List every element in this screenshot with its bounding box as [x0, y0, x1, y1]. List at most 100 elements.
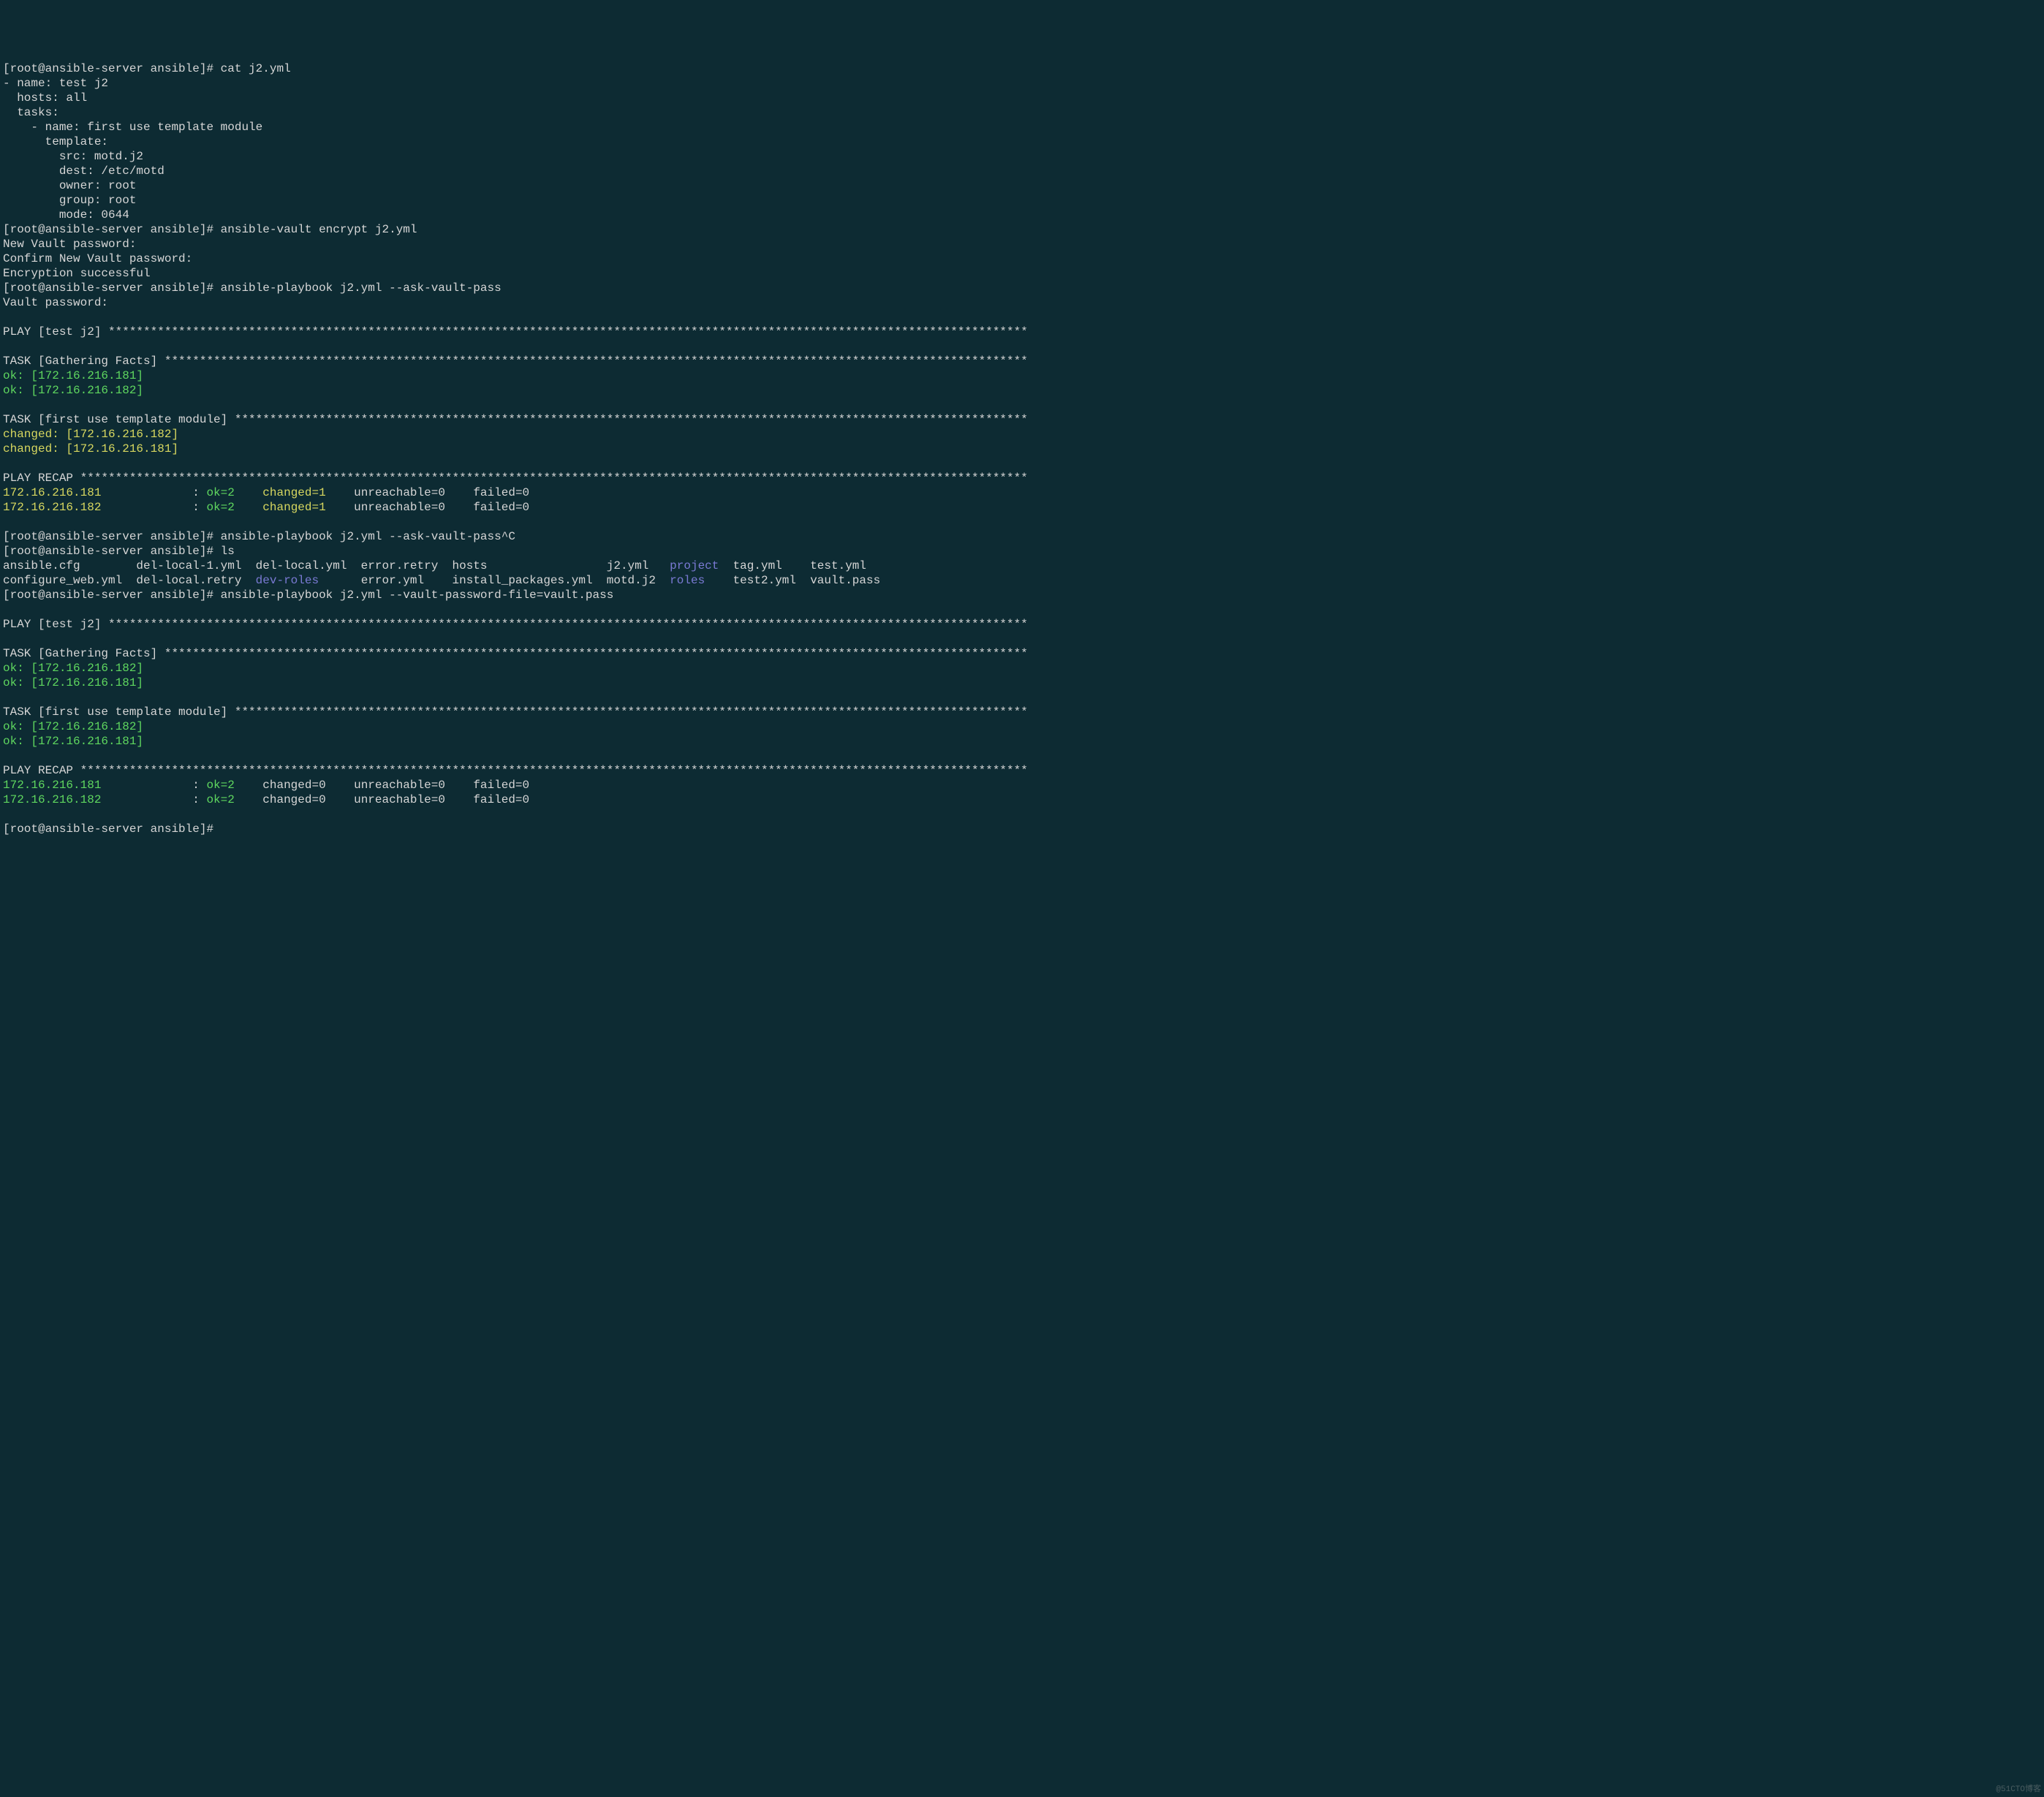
terminal-line: ok: [172.16.216.182]: [3, 719, 2044, 734]
terminal-text: - name: test j2: [3, 77, 108, 90]
terminal-line: 172.16.216.181 : ok=2 changed=1 unreacha…: [3, 485, 2044, 500]
terminal-text: changed=0 unreachable=0 failed=0: [256, 793, 550, 806]
terminal-text: PLAY [test j2] *************************…: [3, 325, 1028, 338]
terminal-text: TASK [Gathering Facts] *****************…: [3, 647, 1028, 660]
terminal-text: tag.yml test.yml: [719, 559, 866, 572]
terminal-output[interactable]: [root@ansible-server ansible]# cat j2.ym…: [3, 61, 2044, 836]
terminal-line: Encryption successful: [3, 266, 2044, 281]
terminal-text: Encryption successful: [3, 267, 151, 280]
terminal-text: [root@ansible-server ansible]#: [3, 822, 221, 836]
terminal-text: [root@ansible-server ansible]# ls: [3, 545, 235, 558]
terminal-text: 172.16.216.181: [3, 779, 101, 792]
terminal-text: tasks:: [3, 106, 59, 119]
terminal-line: owner: root: [3, 178, 2044, 193]
terminal-text: ok: [172.16.216.181]: [3, 676, 143, 689]
terminal-text: group: root: [3, 194, 136, 207]
terminal-text: changed=1: [262, 501, 347, 514]
terminal-text: ok: [172.16.216.182]: [3, 662, 143, 675]
terminal-text: ok=2: [206, 793, 255, 806]
terminal-text: changed: [172.16.216.182]: [3, 428, 178, 441]
terminal-text: [256, 501, 263, 514]
terminal-text: TASK [first use template module] *******…: [3, 413, 1028, 426]
terminal-line: src: motd.j2: [3, 149, 2044, 164]
terminal-line: [3, 515, 2044, 529]
terminal-line: [root@ansible-server ansible]# ls: [3, 544, 2044, 559]
terminal-line: ok: [172.16.216.182]: [3, 661, 2044, 676]
terminal-line: [3, 807, 2044, 822]
watermark-label: @51CTO博客: [1996, 1785, 2041, 1796]
terminal-text: ansible.cfg del-local-1.yml del-local.ym…: [3, 559, 670, 572]
terminal-text: Confirm New Vault password:: [3, 252, 200, 265]
terminal-text: PLAY RECAP *****************************…: [3, 472, 1028, 485]
terminal-line: New Vault password:: [3, 237, 2044, 251]
terminal-line: Vault password:: [3, 295, 2044, 310]
terminal-line: template:: [3, 135, 2044, 149]
terminal-text: mode: 0644: [3, 208, 129, 222]
terminal-line: [root@ansible-server ansible]#: [3, 822, 2044, 836]
terminal-text: 172.16.216.182: [3, 793, 101, 806]
terminal-line: PLAY RECAP *****************************…: [3, 471, 2044, 485]
terminal-text: Vault password:: [3, 296, 116, 309]
terminal-text: error.yml install_packages.yml motd.j2: [319, 574, 670, 587]
terminal-text: ok=2: [206, 779, 255, 792]
terminal-text: ok: [172.16.216.182]: [3, 720, 143, 733]
terminal-line: TASK [Gathering Facts] *****************…: [3, 646, 2044, 661]
terminal-text: PLAY RECAP *****************************…: [3, 764, 1028, 777]
terminal-text: project: [670, 559, 719, 572]
terminal-text: [root@ansible-server ansible]# ansible-p…: [3, 281, 501, 295]
terminal-line: PLAY [test j2] *************************…: [3, 325, 2044, 339]
terminal-text: TASK [first use template module] *******…: [3, 705, 1028, 719]
terminal-line: [3, 690, 2044, 705]
terminal-text: changed=1: [262, 486, 347, 499]
terminal-line: group: root: [3, 193, 2044, 208]
terminal-line: [root@ansible-server ansible]# ansible-p…: [3, 588, 2044, 602]
terminal-text: New Vault password:: [3, 238, 143, 251]
terminal-text: TASK [Gathering Facts] *****************…: [3, 355, 1028, 368]
terminal-text: 172.16.216.181: [3, 486, 101, 499]
terminal-text: :: [101, 793, 206, 806]
terminal-text: :: [101, 779, 206, 792]
terminal-text: :: [101, 486, 206, 499]
terminal-text: ok: [172.16.216.181]: [3, 735, 143, 748]
terminal-line: [3, 632, 2044, 646]
terminal-line: TASK [Gathering Facts] *****************…: [3, 354, 2044, 368]
terminal-line: [3, 749, 2044, 763]
terminal-line: changed: [172.16.216.182]: [3, 427, 2044, 442]
terminal-line: Confirm New Vault password:: [3, 251, 2044, 266]
terminal-line: dest: /etc/motd: [3, 164, 2044, 178]
terminal-text: owner: root: [3, 179, 136, 192]
terminal-line: - name: first use template module: [3, 120, 2044, 135]
terminal-text: [256, 486, 263, 499]
terminal-text: template:: [3, 135, 108, 148]
terminal-line: [3, 398, 2044, 412]
terminal-line: [root@ansible-server ansible]# cat j2.ym…: [3, 61, 2044, 76]
terminal-line: 172.16.216.182 : ok=2 changed=0 unreacha…: [3, 792, 2044, 807]
terminal-line: [root@ansible-server ansible]# ansible-v…: [3, 222, 2044, 237]
terminal-line: ok: [172.16.216.182]: [3, 383, 2044, 398]
terminal-line: tasks:: [3, 105, 2044, 120]
terminal-line: [3, 310, 2044, 325]
terminal-text: changed=0 unreachable=0 failed=0: [256, 779, 550, 792]
terminal-line: 172.16.216.182 : ok=2 changed=1 unreacha…: [3, 500, 2044, 515]
terminal-text: dest: /etc/motd: [3, 164, 164, 178]
terminal-text: 172.16.216.182: [3, 501, 101, 514]
terminal-line: PLAY RECAP *****************************…: [3, 763, 2044, 778]
terminal-line: TASK [first use template module] *******…: [3, 705, 2044, 719]
terminal-line: ok: [172.16.216.181]: [3, 734, 2044, 749]
terminal-line: [3, 339, 2044, 354]
terminal-line: 172.16.216.181 : ok=2 changed=0 unreacha…: [3, 778, 2044, 792]
terminal-text: ok=2: [206, 486, 255, 499]
terminal-text: [root@ansible-server ansible]# ansible-v…: [3, 223, 417, 236]
terminal-text: src: motd.j2: [3, 150, 143, 163]
terminal-text: hosts: all: [3, 91, 87, 105]
terminal-line: hosts: all: [3, 91, 2044, 105]
terminal-text: - name: first use template module: [3, 121, 262, 134]
terminal-text: dev-roles: [256, 574, 319, 587]
terminal-text: [root@ansible-server ansible]# cat j2.ym…: [3, 62, 291, 75]
terminal-line: PLAY [test j2] *************************…: [3, 617, 2044, 632]
terminal-line: ansible.cfg del-local-1.yml del-local.ym…: [3, 559, 2044, 573]
terminal-line: [root@ansible-server ansible]# ansible-p…: [3, 529, 2044, 544]
terminal-line: [3, 456, 2044, 471]
terminal-line: TASK [first use template module] *******…: [3, 412, 2044, 427]
terminal-line: changed: [172.16.216.181]: [3, 442, 2044, 456]
